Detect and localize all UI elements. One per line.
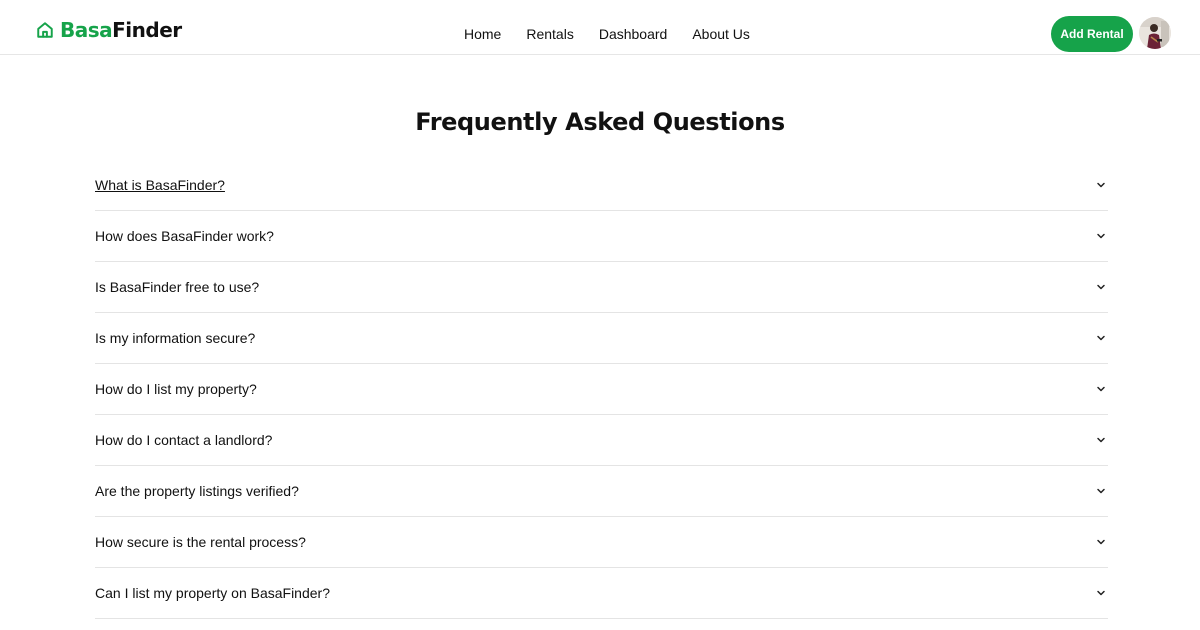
brand-name: BasaFinder bbox=[60, 18, 182, 42]
nav-home[interactable]: Home bbox=[464, 25, 501, 43]
faq-question: Is BasaFinder free to use? bbox=[95, 279, 260, 295]
faq-question: What is BasaFinder? bbox=[95, 177, 225, 193]
faq-question: How does BasaFinder work? bbox=[95, 228, 274, 244]
site-header: BasaFinder Home Rentals Dashboard About … bbox=[0, 0, 1200, 55]
faq-question: How do I list my property? bbox=[95, 381, 257, 397]
faq-question: How secure is the rental process? bbox=[95, 534, 306, 550]
user-avatar[interactable] bbox=[1139, 17, 1171, 49]
chevron-down-icon bbox=[1097, 488, 1105, 494]
chevron-down-icon bbox=[1097, 590, 1105, 596]
chevron-down-icon bbox=[1097, 335, 1105, 341]
faq-item[interactable]: Can I list my property on BasaFinder? bbox=[95, 568, 1108, 619]
faq-item[interactable]: How secure is the rental process? bbox=[95, 517, 1108, 568]
faq-item[interactable]: Are the property listings verified? bbox=[95, 466, 1108, 517]
avatar-image bbox=[1139, 17, 1171, 49]
faq-question: Can I list my property on BasaFinder? bbox=[95, 585, 330, 601]
add-rental-button[interactable]: Add Rental bbox=[1051, 16, 1133, 52]
chevron-down-icon bbox=[1097, 437, 1105, 443]
faq-question: Are the property listings verified? bbox=[95, 483, 299, 499]
nav-dashboard[interactable]: Dashboard bbox=[599, 25, 668, 43]
faq-item[interactable]: Is BasaFinder free to use? bbox=[95, 262, 1108, 313]
faq-item[interactable]: Is my information secure? bbox=[95, 313, 1108, 364]
brand-logo[interactable]: BasaFinder bbox=[36, 20, 182, 40]
faq-item[interactable]: What is BasaFinder? bbox=[95, 160, 1108, 211]
nav-about-us[interactable]: About Us bbox=[692, 25, 750, 43]
faq-list: What is BasaFinder? How does BasaFinder … bbox=[95, 160, 1108, 619]
chevron-down-icon bbox=[1097, 386, 1105, 392]
nav-rentals[interactable]: Rentals bbox=[526, 25, 573, 43]
faq-question: Is my information secure? bbox=[95, 330, 256, 346]
chevron-down-icon bbox=[1097, 539, 1105, 545]
faq-item[interactable]: How does BasaFinder work? bbox=[95, 211, 1108, 262]
chevron-down-icon bbox=[1097, 284, 1105, 290]
house-icon bbox=[37, 22, 53, 38]
chevron-down-icon bbox=[1097, 233, 1105, 239]
faq-question: How do I contact a landlord? bbox=[95, 432, 273, 448]
faq-item[interactable]: How do I contact a landlord? bbox=[95, 415, 1108, 466]
faq-item[interactable]: How do I list my property? bbox=[95, 364, 1108, 415]
page-title: Frequently Asked Questions bbox=[415, 108, 785, 136]
main-nav: Home Rentals Dashboard About Us bbox=[464, 25, 750, 43]
chevron-down-icon bbox=[1097, 182, 1105, 188]
